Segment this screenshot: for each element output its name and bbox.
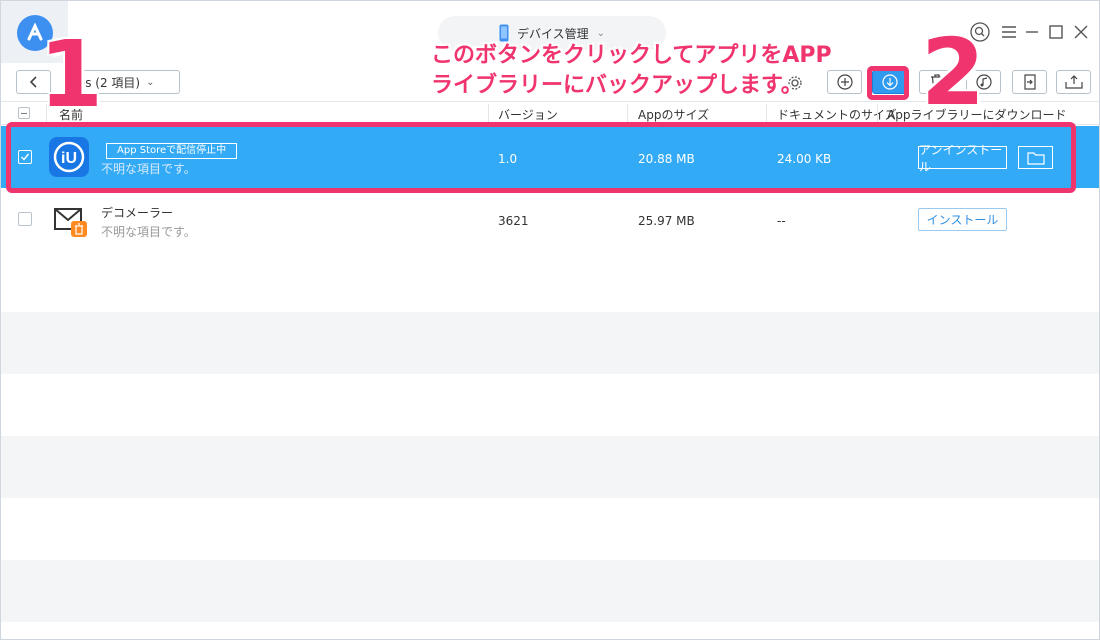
app-version: 3621 xyxy=(498,214,529,228)
header-version[interactable]: バージョン xyxy=(498,106,558,123)
doc-size: -- xyxy=(777,214,786,228)
app-size: 25.97 MB xyxy=(638,214,695,228)
export-button[interactable] xyxy=(1056,70,1091,94)
app-icon-decomailer xyxy=(54,206,87,237)
chevron-down-icon: ⌄ xyxy=(146,76,155,88)
maximize-icon[interactable] xyxy=(1045,21,1067,43)
chevron-left-icon xyxy=(29,76,37,88)
plus-icon xyxy=(836,74,853,90)
minimize-icon[interactable] xyxy=(1021,21,1043,43)
device-manager-label: デバイス管理 xyxy=(516,26,589,41)
empty-row xyxy=(1,312,1099,374)
empty-row xyxy=(1,250,1099,312)
empty-row xyxy=(1,560,1099,622)
table-row[interactable]: デコメーラー 不明な項目です。 3621 25.97 MB -- インストール xyxy=(1,188,1099,250)
chevron-down-icon: ⌄ xyxy=(596,27,606,39)
empty-row xyxy=(1,622,1099,639)
import-button[interactable] xyxy=(1012,70,1047,94)
app-subtitle: 不明な項目です。 xyxy=(101,225,196,239)
callout-line-1: このボタンをクリックしてアプリをAPP xyxy=(431,43,832,68)
close-icon[interactable] xyxy=(1070,21,1092,43)
import-icon xyxy=(1023,74,1036,90)
phone-icon xyxy=(499,24,509,42)
app-name: デコメーラー xyxy=(101,206,174,220)
header-app-size[interactable]: Appのサイズ xyxy=(638,106,709,123)
empty-row xyxy=(1,436,1099,498)
empty-row xyxy=(1,498,1099,560)
select-all-checkbox[interactable] xyxy=(18,107,30,119)
add-button[interactable] xyxy=(827,70,862,94)
callout-line-2: ライブラリーにバックアップします。 xyxy=(431,73,803,98)
empty-row xyxy=(1,374,1099,436)
menu-icon[interactable] xyxy=(998,21,1020,43)
highlight-selected-row xyxy=(6,122,1076,193)
highlight-download-button xyxy=(867,66,909,100)
header-doc-size[interactable]: ドキュメントのサイズ xyxy=(777,106,897,123)
row-checkbox[interactable] xyxy=(18,212,32,226)
install-button[interactable]: インストール xyxy=(918,208,1007,231)
step-1-marker: 1 xyxy=(39,21,104,128)
export-icon xyxy=(1064,75,1083,89)
app-window: デバイス管理 ⌄ pps (2 項目) ⌄ 名前 バージョン Appのサイズ ド… xyxy=(0,0,1100,640)
step-2-marker: 2 xyxy=(921,19,986,126)
